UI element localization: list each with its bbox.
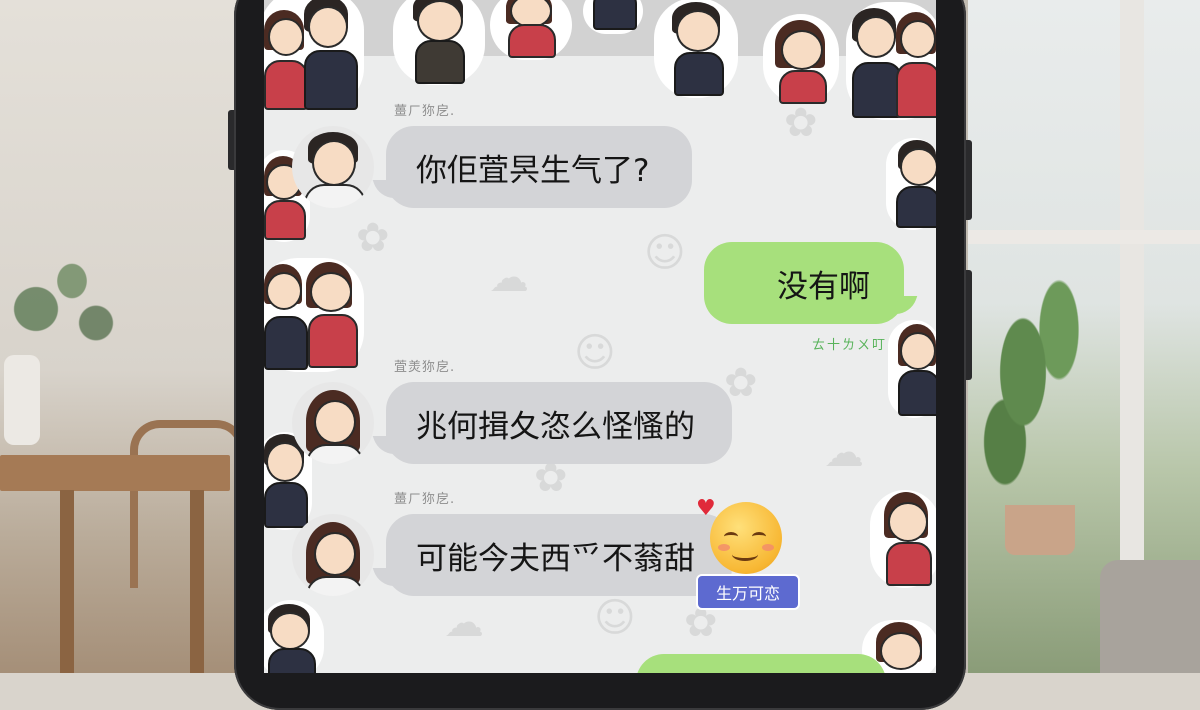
background-doodle-icon: ✿ bbox=[784, 100, 818, 146]
boy-sticker bbox=[654, 0, 738, 98]
girl-sticker bbox=[763, 14, 839, 104]
volume-button bbox=[966, 140, 972, 220]
background-window-frame bbox=[1120, 0, 1144, 600]
background-doodle-icon: ☺ bbox=[574, 330, 616, 376]
mute-switch bbox=[228, 110, 234, 170]
background-doodle-icon: ☺ bbox=[644, 230, 686, 276]
avatar[interactable] bbox=[292, 126, 374, 208]
message-bubble[interactable]: 你佢萓昗生气了? bbox=[386, 126, 692, 208]
couple-sticker bbox=[846, 2, 936, 120]
emoji-sticker[interactable]: ♥ 生万可恋 bbox=[696, 496, 800, 610]
message-bubble-outgoing-partial[interactable] bbox=[636, 654, 886, 673]
couple-sticker bbox=[264, 0, 364, 110]
chat-screen[interactable]: ✿ ☁ ☺ ✿ ☺ ✿ ☁ ✿ ☁ ☺ ✿ 薑ㄏ狝戹. 你佢萓昗生气了? 没有啊… bbox=[264, 0, 936, 673]
background-plant-right bbox=[975, 260, 1095, 540]
background-pot bbox=[1005, 505, 1075, 555]
background-sofa bbox=[1100, 560, 1200, 673]
background-table bbox=[0, 455, 230, 491]
sender-name: 萓羙狝戹. bbox=[394, 360, 456, 375]
background-doodle-icon: ✿ bbox=[356, 215, 390, 261]
smiling-face-icon bbox=[710, 502, 782, 574]
message-status: ㄊ十ㄌㄨ叮 bbox=[812, 338, 888, 353]
girl-sticker bbox=[490, 0, 572, 60]
background-doodle-icon: ☁ bbox=[824, 430, 864, 476]
background-table-leg bbox=[190, 490, 204, 673]
couple-sticker bbox=[264, 258, 364, 372]
boy-sticker bbox=[393, 0, 485, 85]
avatar[interactable] bbox=[292, 382, 374, 464]
sender-name: 薑ㄏ狝戹. bbox=[394, 492, 456, 507]
message-bubble[interactable]: 兆何揖夂恣么怪慅的 bbox=[386, 382, 732, 464]
background-doodle-icon: ☁ bbox=[489, 255, 529, 301]
message-bubble[interactable]: 可能今夫西爫不蓊甜 bbox=[386, 514, 732, 596]
background-chair bbox=[130, 420, 246, 588]
heart-icon: ♥ bbox=[696, 496, 716, 521]
sticker-caption: 生万可恋 bbox=[696, 574, 800, 610]
girl-sticker bbox=[870, 490, 936, 588]
power-button bbox=[966, 270, 972, 380]
background-table-leg bbox=[60, 490, 74, 673]
sender-name: 薑ㄏ狝戹. bbox=[394, 104, 456, 119]
avatar[interactable] bbox=[292, 514, 374, 596]
girl-sticker bbox=[888, 320, 936, 418]
boy-sticker bbox=[886, 138, 936, 230]
background-vase bbox=[4, 355, 40, 445]
background-window-frame bbox=[968, 230, 1200, 244]
background-doodle-icon: ☁ bbox=[444, 600, 484, 646]
boy-sticker-small bbox=[583, 0, 643, 34]
background-plant bbox=[0, 225, 120, 365]
background-doodle-icon: ☺ bbox=[594, 595, 636, 641]
boy-sticker bbox=[264, 600, 324, 673]
message-bubble-outgoing[interactable]: 没有啊 bbox=[704, 242, 904, 324]
